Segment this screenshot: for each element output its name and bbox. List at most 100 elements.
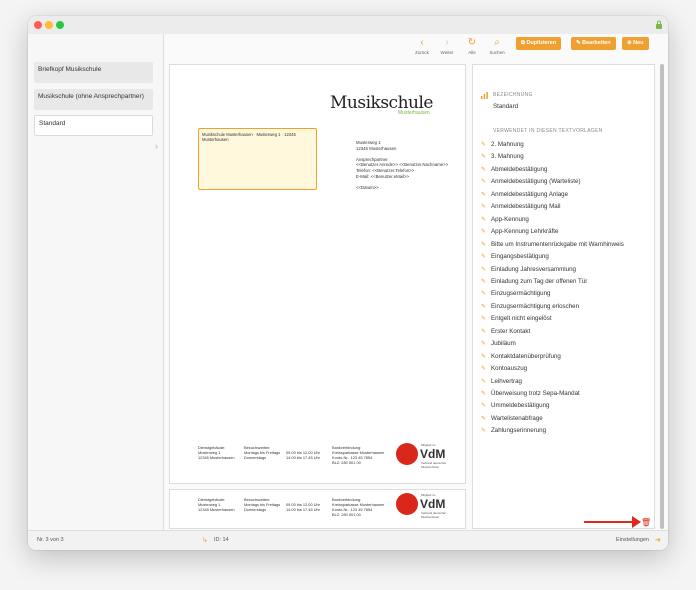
template-list-item[interactable]: ✎ Anmeldebestätigung (Warteliste) (481, 178, 581, 185)
template-list-item[interactable]: ✎ Überweisung trotz Sepa-Mandat (481, 390, 580, 397)
template-label: Entgelt nicht eingelöst (491, 315, 552, 323)
template-label: App-Kennung Lehrkräfte (491, 228, 559, 236)
template-label: Erster Kontakt (491, 327, 531, 335)
sidebar-item-standard[interactable]: Standard (34, 115, 153, 136)
pencil-icon: ✎ (481, 278, 487, 285)
template-label: Kontaktdatenüberprüfung (491, 352, 561, 360)
template-list-item[interactable]: ✎ Ummeldebestätigung (481, 402, 549, 409)
pencil-icon: ✎ (481, 142, 487, 148)
chevron-right-icon: › (445, 37, 449, 48)
letterhead-preview: Musikschule Musterhausen Musikschule Mus… (169, 64, 466, 484)
template-list-item[interactable]: ✎ Leihvertrag (481, 378, 522, 385)
template-list-item[interactable]: ✎ Einzugsermächtigung erloschen (481, 303, 579, 310)
pencil-icon: ✎ (481, 266, 487, 273)
template-label: 3. Mahnung (491, 153, 524, 161)
pencil-icon: ✎ (481, 216, 487, 223)
template-list-item[interactable]: ✎ Wartelistenabfrage (481, 415, 543, 422)
sidebar-item-briefkopf-musikschule[interactable]: Briefkopf Musikschule (34, 62, 153, 83)
template-list-item[interactable]: ✎ App-Kennung Lehrkräfte (481, 228, 558, 235)
details-panel: BEZEICHNUNG Standard VERWENDET IN DIESEN… (472, 64, 655, 529)
template-list-item[interactable]: ✎ Einladung Jahresversammlung (481, 266, 576, 273)
template-list-item[interactable]: ✎ 3. Mahnung (481, 153, 524, 160)
template-list-item[interactable]: ✎ Anmeldebestätigung Mail (481, 203, 560, 210)
pencil-icon: ✎ (481, 353, 487, 360)
footer-visiting-hours: 09.00 bis 12.00 Uhr 14.00 bis 17.45 Uhr (286, 449, 320, 460)
template-label: Einladung Jahresversammlung (491, 265, 576, 273)
search-button[interactable]: ⌕ Suchen (484, 36, 510, 60)
template-list-item[interactable]: ✎ Einladung zum Tag der offenen Tür (481, 278, 587, 285)
forward-button[interactable]: › Weiter (434, 36, 460, 60)
pencil-icon: ✎ (481, 415, 487, 422)
record-id: ID: 14 (214, 537, 229, 543)
template-label: Leihvertrag (491, 377, 522, 385)
chevron-left-icon: ‹ (420, 37, 424, 48)
letter-footer: Dienstgebäude: Musterweg 1 12345 Musterh… (198, 497, 385, 517)
pencil-icon: ✎ (481, 316, 487, 323)
pencil-icon: ✎ (481, 428, 487, 435)
pencil-icon: ✎ (481, 341, 487, 348)
template-list-item[interactable]: ✎ 2. Mahnung (481, 141, 524, 148)
pencil-icon: ✎ (481, 378, 487, 385)
settings-arrow-icon[interactable]: ➜ (655, 536, 661, 544)
template-label: Bitte um Instrumentenrückgabe mit Warnhi… (491, 240, 624, 248)
template-list-item[interactable]: ✎ Einzugsermächtigung (481, 290, 551, 297)
sidebar-item-label: Musikschule (ohne Ansprechpartner) (38, 93, 144, 100)
settings-link[interactable]: Einstellungen (616, 537, 649, 543)
zoom-window-button[interactable] (56, 21, 64, 29)
annotation-arrow (584, 521, 636, 523)
new-button[interactable]: ⊕ Neu (622, 37, 649, 50)
template-label: Anmeldebestätigung (Warteliste) (491, 178, 581, 186)
pencil-icon: ✎ (481, 204, 487, 211)
close-window-button[interactable] (34, 21, 42, 29)
template-list-item[interactable]: ✎ Bitte um Instrumentenrückgabe mit Warnh… (481, 241, 624, 248)
sidebar-item-musikschule-ohne-ansprechpartner[interactable]: Musikschule (ohne Ansprechpartner) (34, 89, 153, 110)
template-label: 2. Mahnung (491, 141, 524, 148)
logo-subtitle: Musterhausen (398, 110, 430, 116)
jump-icon[interactable]: ↳ (202, 536, 208, 544)
template-list-item[interactable]: ✎ Entgelt nicht eingelöst (481, 315, 552, 322)
scrollbar-thumb[interactable] (660, 64, 664, 529)
trash-icon[interactable]: 🗑 (641, 518, 651, 527)
template-label: Anmeldebestätigung Anlage (491, 190, 569, 198)
template-list-item[interactable]: ✎ Erster Kontakt (481, 328, 530, 335)
all-button[interactable]: ↻ Alle (459, 36, 485, 60)
template-label: Anmeldebestätigung Mail (491, 203, 561, 211)
template-list-item[interactable]: ✎ Anmeldebestätigung Anlage (481, 191, 568, 198)
address-field[interactable]: Musikschule Musterhausen · Musterweg 1 ·… (198, 128, 317, 190)
name-value: Standard (493, 103, 519, 110)
template-label: Ummeldebestätigung (491, 402, 550, 410)
footer-visiting-days: Besuchszeiten: Montags bis Freitags Donn… (244, 445, 281, 460)
footer-bank: Bankverbindung: Kreissparkasse Musterhau… (332, 445, 385, 465)
pencil-icon: ✎ (481, 241, 487, 248)
template-label: Einzugsermächtigung erloschen (491, 302, 580, 310)
pencil-icon: ✎ (481, 154, 487, 161)
used-in-label: VERWENDET IN DIESEN TEXTVORLAGEN (493, 128, 603, 134)
app-window: Briefkopf Musikschule Musikschule (ohne … (28, 16, 668, 550)
template-list-item[interactable]: ✎ Jubiläum (481, 340, 516, 347)
template-label: App-Kennung (491, 215, 529, 223)
minimize-window-button[interactable] (45, 21, 53, 29)
template-list-item[interactable]: ✎ Kontaktdatenüberprüfung (481, 353, 561, 360)
status-bar: Nr. 3 von 3 ↳ ID: 14 Einstellungen ➜ (28, 530, 668, 550)
template-list-item[interactable]: ✎ Abmeldebestätigung (481, 166, 547, 173)
template-list-item[interactable]: ✎ Kontoauszug (481, 365, 527, 372)
scrollbar[interactable] (660, 64, 664, 529)
annotation-arrow-head (632, 516, 641, 528)
duplicate-button[interactable]: ⧉ Duplizieren (516, 37, 562, 50)
template-label: Kontoauszug (491, 365, 528, 373)
pencil-icon: ✎ (481, 254, 487, 261)
pencil-icon: ✎ (481, 303, 487, 310)
template-list-item[interactable]: ✎ Zahlungserinnerung (481, 427, 546, 434)
sidebar-item-label: Briefkopf Musikschule (38, 66, 102, 73)
template-list-item[interactable]: ✎ App-Kennung (481, 216, 529, 223)
back-button[interactable]: ‹ Zurück (409, 36, 435, 60)
name-label: BEZEICHNUNG (493, 92, 533, 98)
vdm-emblem-icon (396, 493, 418, 515)
chevron-right-icon: › (155, 141, 158, 151)
pencil-icon: ✎ (481, 229, 487, 236)
sender-block: Musterweg 1 12345 Musterhausen Ansprechp… (356, 140, 449, 190)
letterhead-followup-preview: Dienstgebäude: Musterweg 1 12345 Musterh… (169, 489, 466, 529)
edit-button[interactable]: ✎ Bearbeiten (571, 37, 616, 50)
template-list-item[interactable]: ✎ Eingangsbestätigung (481, 253, 549, 260)
pencil-icon: ✎ (481, 391, 487, 397)
